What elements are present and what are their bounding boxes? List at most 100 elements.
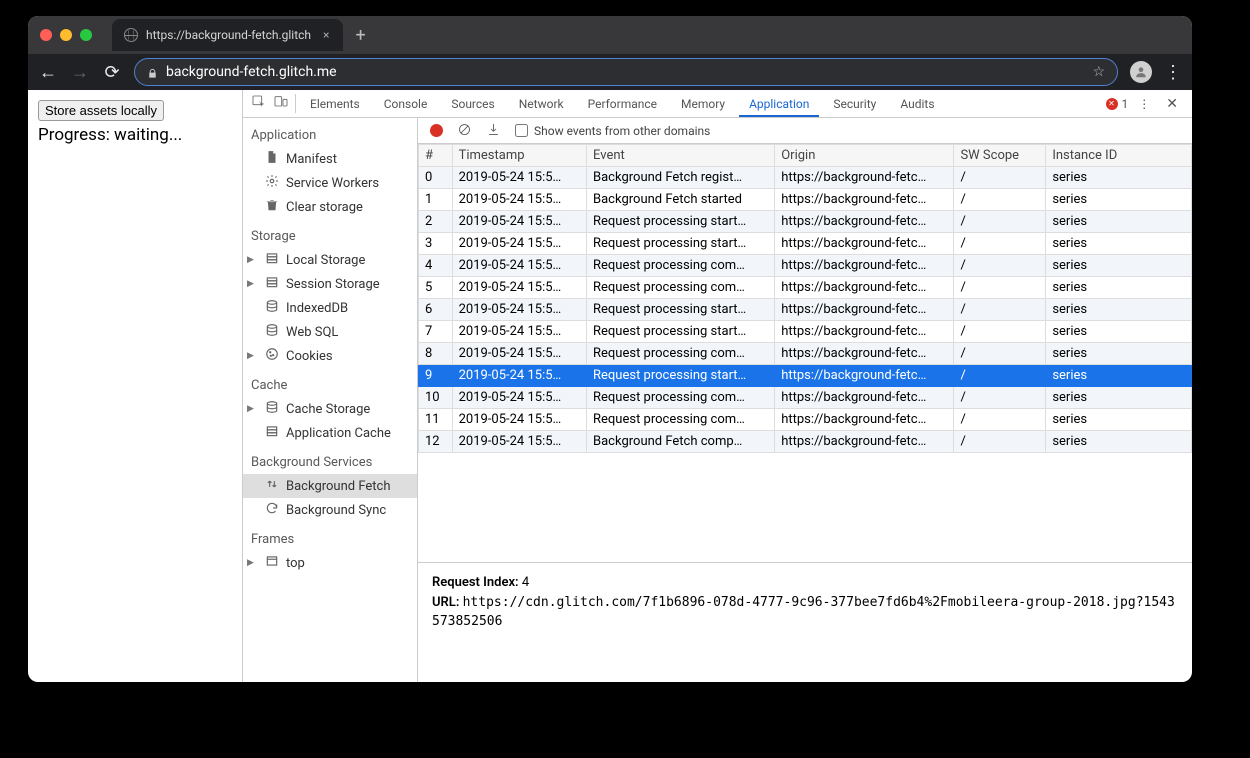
table-row[interactable]: 52019-05-24 15:5…Request processing com…… (419, 277, 1192, 299)
profile-avatar[interactable] (1130, 61, 1152, 83)
show-other-domains-checkbox[interactable]: Show events from other domains (515, 124, 710, 138)
sidebar-item-label: Web SQL (286, 325, 338, 340)
close-tab-icon[interactable]: × (319, 28, 333, 42)
lock-icon (147, 67, 158, 78)
clear-icon[interactable] (457, 122, 472, 140)
sidebar-item-label: Cookies (286, 349, 333, 364)
expand-icon[interactable]: ▶ (247, 351, 254, 361)
cell: Request processing start… (587, 321, 775, 343)
table-row[interactable]: 72019-05-24 15:5…Request processing star… (419, 321, 1192, 343)
show-other-domains-input[interactable] (515, 124, 528, 137)
browser-tab[interactable]: https://background-fetch.glitch × (112, 19, 343, 51)
table-row[interactable]: 32019-05-24 15:5…Request processing star… (419, 233, 1192, 255)
reload-button[interactable]: ⟳ (102, 62, 122, 83)
cell: 3 (419, 233, 453, 255)
maximize-window-icon[interactable] (80, 29, 92, 41)
cell: Background Fetch comp… (587, 431, 775, 453)
sidebar-item-cookies[interactable]: ▶ Cookies (243, 344, 417, 368)
address-bar[interactable]: background-fetch.glitch.me ☆ (134, 58, 1118, 86)
col-origin[interactable]: Origin (775, 145, 954, 167)
sidebar-item-session-storage[interactable]: ▶Session Storage (243, 272, 417, 296)
tab-memory[interactable]: Memory (671, 91, 735, 117)
cell: https://background-fetc… (775, 211, 954, 233)
table-row[interactable]: 12019-05-24 15:5…Background Fetch starte… (419, 189, 1192, 211)
close-window-icon[interactable] (40, 29, 52, 41)
sidebar-item-label: Cache Storage (286, 402, 370, 417)
cell: Request processing com… (587, 409, 775, 431)
bookmark-icon[interactable]: ☆ (1092, 64, 1105, 80)
minimize-window-icon[interactable] (60, 29, 72, 41)
tab-application[interactable]: Application (739, 91, 819, 117)
expand-icon[interactable]: ▶ (247, 404, 254, 414)
table-row[interactable]: 82019-05-24 15:5…Request processing com…… (419, 343, 1192, 365)
tab-console[interactable]: Console (374, 91, 438, 117)
error-indicator[interactable]: ✕ 1 (1106, 97, 1129, 111)
content-area: Store assets locally Progress: waiting..… (28, 90, 1192, 682)
cell: 2019-05-24 15:5… (452, 277, 586, 299)
sidebar-item-clear-storage[interactable]: Clear storage (243, 195, 417, 219)
table-row[interactable]: 112019-05-24 15:5…Request processing com… (419, 409, 1192, 431)
sidebar-item-background-fetch[interactable]: Background Fetch (243, 474, 417, 498)
col-[interactable]: # (419, 145, 453, 167)
cell: https://background-fetc… (775, 387, 954, 409)
sidebar-item-manifest[interactable]: Manifest (243, 147, 417, 171)
events-table: #TimestampEventOriginSW ScopeInstance ID… (418, 144, 1192, 453)
show-other-domains-label: Show events from other domains (534, 124, 710, 138)
sidebar-item-service-workers[interactable]: Service Workers (243, 171, 417, 195)
tab-sources[interactable]: Sources (441, 91, 504, 117)
cell: https://background-fetc… (775, 409, 954, 431)
table-row[interactable]: 92019-05-24 15:5…Request processing star… (419, 365, 1192, 387)
inspect-element-icon[interactable] (251, 94, 267, 113)
browser-menu-icon[interactable]: ⋮ (1164, 62, 1182, 83)
sidebar-item-background-sync[interactable]: Background Sync (243, 498, 417, 522)
sidebar-item-indexeddb[interactable]: IndexedDB (243, 296, 417, 320)
record-icon[interactable] (430, 124, 443, 137)
devtools-panel: ElementsConsoleSourcesNetworkPerformance… (242, 90, 1192, 682)
tab-network[interactable]: Network (509, 91, 574, 117)
sidebar-item-local-storage[interactable]: ▶Local Storage (243, 248, 417, 272)
col-swscope[interactable]: SW Scope (954, 145, 1046, 167)
table-row[interactable]: 22019-05-24 15:5…Request processing star… (419, 211, 1192, 233)
cell: https://background-fetc… (775, 431, 954, 453)
sidebar-item-cache-storage[interactable]: ▶ Cache Storage (243, 397, 417, 421)
cell: 0 (419, 167, 453, 189)
col-timestamp[interactable]: Timestamp (452, 145, 586, 167)
expand-icon[interactable]: ▶ (247, 279, 254, 289)
table-row[interactable]: 122019-05-24 15:5…Background Fetch comp…… (419, 431, 1192, 453)
event-detail: Request Index: 4 URL: https://cdn.glitch… (418, 562, 1192, 682)
new-tab-button[interactable]: + (343, 25, 377, 46)
expand-icon[interactable]: ▶ (247, 558, 254, 568)
table-row[interactable]: 42019-05-24 15:5…Request processing com…… (419, 255, 1192, 277)
col-event[interactable]: Event (587, 145, 775, 167)
expand-icon[interactable]: ▶ (247, 255, 254, 265)
cell: 7 (419, 321, 453, 343)
cell: Request processing com… (587, 277, 775, 299)
table-row[interactable]: 02019-05-24 15:5…Background Fetch regist… (419, 167, 1192, 189)
events-table-wrap[interactable]: #TimestampEventOriginSW ScopeInstance ID… (418, 144, 1192, 562)
devtools-more-icon[interactable]: ⋮ (1132, 97, 1156, 111)
back-button[interactable]: ← (38, 62, 58, 83)
cell: 11 (419, 409, 453, 431)
devtools-close-icon[interactable]: ✕ (1160, 96, 1184, 112)
tab-title: https://background-fetch.glitch (146, 28, 311, 42)
sidebar-item-web-sql[interactable]: Web SQL (243, 320, 417, 344)
inspect-tools (251, 94, 296, 113)
table-row[interactable]: 62019-05-24 15:5…Request processing star… (419, 299, 1192, 321)
store-assets-button[interactable]: Store assets locally (38, 100, 164, 121)
tab-performance[interactable]: Performance (578, 91, 667, 117)
table-row[interactable]: 102019-05-24 15:5…Request processing com… (419, 387, 1192, 409)
tab-audits[interactable]: Audits (890, 91, 944, 117)
col-instanceid[interactable]: Instance ID (1046, 145, 1192, 167)
db-icon (265, 251, 279, 269)
cell: 12 (419, 431, 453, 453)
device-toolbar-icon[interactable] (273, 94, 289, 113)
sidebar-item-application-cache[interactable]: Application Cache (243, 421, 417, 445)
forward-button[interactable]: → (70, 62, 90, 83)
sidebar-item-top[interactable]: ▶top (243, 551, 417, 575)
tab-security[interactable]: Security (823, 91, 886, 117)
tab-elements[interactable]: Elements (300, 91, 370, 117)
devtools-tab-bar: ElementsConsoleSourcesNetworkPerformance… (243, 90, 1192, 118)
download-icon[interactable] (486, 122, 501, 140)
cell: 2019-05-24 15:5… (452, 365, 586, 387)
gear-icon (265, 174, 279, 192)
